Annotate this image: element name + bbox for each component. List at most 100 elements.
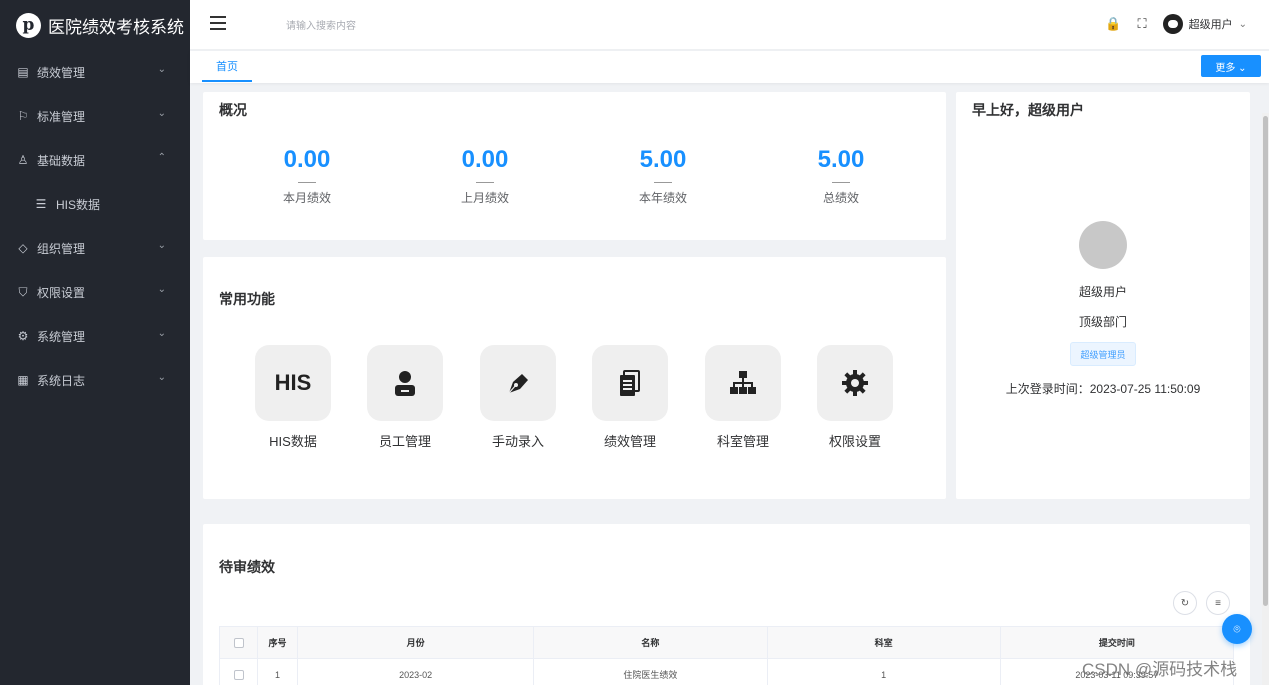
pending-title: 待审绩效: [219, 559, 275, 575]
search-input[interactable]: [286, 16, 506, 36]
overview-title: 概况: [219, 102, 247, 118]
function-tile[interactable]: 科室管理: [693, 345, 793, 450]
function-label: 权限设置: [828, 434, 881, 449]
stat-value: 5.00: [639, 146, 687, 173]
chevron-icon: ⌄: [157, 372, 166, 383]
column-header: 科室: [766, 626, 1001, 659]
chevron-icon: ⌄: [157, 284, 166, 295]
common-functions-card: 常用功能 HIS HIS数据 员工管理 手动录入 绩效管理 科室管理 权限设置: [203, 257, 946, 499]
chevron-down-icon[interactable]: ⌄: [1239, 19, 1247, 30]
pinterest-logo-icon: p: [16, 12, 41, 38]
function-tile[interactable]: HIS HIS数据: [243, 345, 343, 450]
last-login-time: 上次登录时间：2023-07-25 11:50:09: [1005, 382, 1201, 396]
watermark: CSDN @源码技术栈: [1082, 660, 1238, 679]
org-chart-icon[interactable]: [705, 345, 781, 421]
column-settings-icon[interactable]: ≡: [1206, 591, 1230, 615]
sidebar-item-5[interactable]: ⛉ 权限设置 ⌄: [0, 270, 190, 314]
file-icon[interactable]: [592, 345, 668, 421]
scrollbar-thumb[interactable]: [1263, 116, 1268, 606]
sidebar-item-label: 绩效管理: [37, 65, 86, 80]
function-label: 科室管理: [716, 434, 769, 449]
chevron-icon: ⌄: [157, 240, 166, 251]
column-header: 名称: [533, 626, 768, 659]
sidebar-item-7[interactable]: ▦ 系统日志 ⌄: [0, 358, 190, 402]
sidebar-item-1[interactable]: ⚐ 标准管理 ⌄: [0, 94, 190, 138]
function-label: 员工管理: [378, 434, 431, 449]
checkbox[interactable]: [233, 637, 244, 648]
user-icon: ♙: [17, 153, 29, 167]
fullscreen-icon[interactable]: ⛶: [1138, 16, 1147, 32]
table-cell: 1: [257, 658, 299, 685]
log-icon: ▦: [17, 373, 29, 387]
chevron-icon: ⌄: [157, 108, 166, 119]
table-cell: 2023-02: [297, 658, 535, 685]
header-user-name[interactable]: 超级用户: [1189, 16, 1233, 32]
gear-icon: ⚙: [17, 329, 29, 343]
stat-value: 0.00: [283, 146, 331, 173]
screenshot-float-button[interactable]: ⌾: [1222, 614, 1252, 644]
sidebar-item-4[interactable]: ◇ 组织管理 ⌄: [0, 226, 190, 270]
sidebar-item-label: 标准管理: [37, 109, 86, 124]
app-logo[interactable]: p 医院绩效考核系统: [0, 0, 190, 50]
chevron-icon: ⌄: [157, 64, 166, 75]
function-tile[interactable]: 权限设置: [805, 345, 905, 450]
divider: [654, 182, 672, 183]
top-header: 🔒 ⛶ 超级用户 ⌄: [190, 0, 1269, 50]
header-actions: 🔒 ⛶ 超级用户 ⌄: [1089, 14, 1247, 34]
user-profile-card: 早上好，超级用户 超级用户 顶级部门 超级管理员 上次登录时间：2023-07-…: [956, 92, 1250, 499]
sidebar-item-label: 基础数据: [37, 153, 86, 168]
sidebar-item-label: 系统管理: [37, 329, 86, 344]
sidebar-item-3[interactable]: ☰ HIS数据: [0, 182, 190, 226]
employee-icon[interactable]: [367, 345, 443, 421]
profile-dept: 顶级部门: [1078, 315, 1127, 329]
role-badge: 超级管理员: [1070, 342, 1136, 366]
sidebar-item-6[interactable]: ⚙ 系统管理 ⌄: [0, 314, 190, 358]
tab-home[interactable]: 首页: [202, 51, 252, 82]
table-header-row: 序号 月份 名称 科室 提交时间: [218, 626, 1235, 659]
document-icon: ▤: [17, 65, 29, 79]
function-tile[interactable]: 绩效管理: [580, 345, 680, 450]
sidebar-item-0[interactable]: ▤ 绩效管理 ⌄: [0, 50, 190, 94]
user-avatar-icon[interactable]: [1162, 14, 1183, 34]
sidebar-menu: ▤ 绩效管理 ⌄ ⚐ 标准管理 ⌄ ♙ 基础数据 ⌃ ☰ HIS数据 ◇ 组织管理 ⌄ ⛉ 权限设置 ⌄ ⚙ 系统管…: [0, 50, 190, 402]
function-tile[interactable]: 员工管理: [355, 345, 455, 450]
function-label: 手动录入: [491, 434, 544, 449]
overview-card: 概况 0.00 本月绩效 0.00 上月绩效 5.00 本年绩效 5.00 总绩效: [203, 92, 946, 240]
pen-icon[interactable]: [480, 345, 556, 421]
sidebar-item-label: 权限设置: [37, 285, 86, 300]
divider: [476, 182, 494, 183]
sidebar-item-2[interactable]: ♙ 基础数据 ⌃: [0, 138, 190, 182]
profile-avatar: [1079, 221, 1127, 269]
refresh-icon[interactable]: ↻: [1173, 591, 1197, 615]
function-label: HIS数据: [269, 434, 317, 449]
row-checkbox-cell[interactable]: [218, 658, 259, 685]
chevron-icon: ⌃: [157, 152, 166, 163]
chevron-icon: ⌄: [157, 328, 166, 339]
more-button[interactable]: 更多 ⌄: [1201, 55, 1261, 77]
lock-icon[interactable]: 🔒: [1105, 16, 1121, 32]
his-box-text: HIS: [274, 370, 312, 395]
functions-title: 常用功能: [219, 291, 275, 307]
his-icon[interactable]: HIS: [255, 345, 331, 421]
list-icon: ☰: [35, 197, 47, 211]
checkbox[interactable]: [233, 669, 244, 680]
stat-label: 总绩效: [822, 191, 859, 205]
stat-block: 0.00 上月绩效: [415, 146, 555, 206]
table-cell: 1: [766, 658, 1001, 685]
function-label: 绩效管理: [603, 434, 656, 449]
hamburger-menu-icon[interactable]: [210, 16, 226, 30]
sidebar-item-label: HIS数据: [56, 197, 101, 212]
shield-icon: ⛉: [18, 284, 28, 299]
greeting-title: 早上好，超级用户: [972, 102, 1084, 118]
select-all-checkbox-cell[interactable]: [218, 626, 259, 659]
stat-label: 本年绩效: [638, 191, 687, 205]
table-cell: 住院医生绩效: [533, 658, 768, 685]
stat-block: 5.00 总绩效: [771, 146, 911, 206]
sidebar-item-label: 组织管理: [37, 241, 86, 256]
function-tile[interactable]: 手动录入: [468, 345, 568, 450]
flag-icon: ⚐: [17, 109, 29, 123]
stat-label: 上月绩效: [460, 191, 509, 205]
diamond-icon: ◇: [18, 241, 28, 255]
settings-gear-icon[interactable]: [817, 345, 893, 421]
stat-block: 0.00 本月绩效: [237, 146, 377, 206]
